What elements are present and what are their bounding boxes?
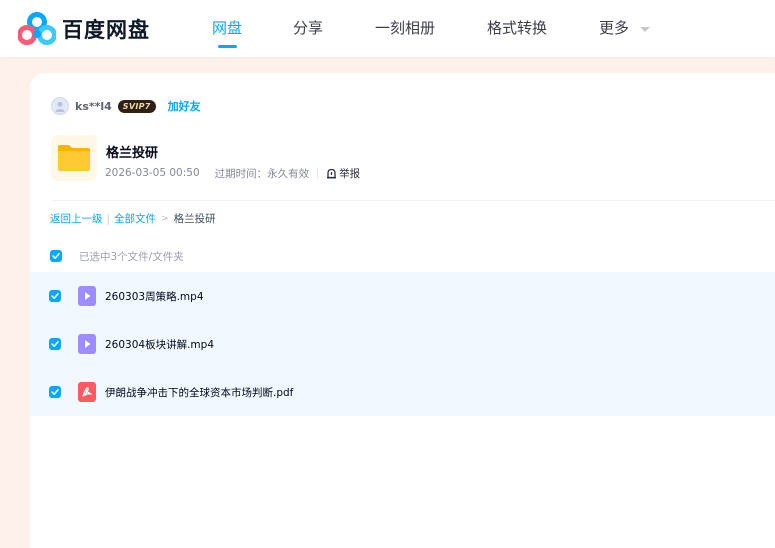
share-card: ks**l4 SVIP7 加好友 格兰投研 2026-03-05 00:50 过…	[30, 73, 775, 548]
file-row[interactable]: 260303周策略.mp4	[30, 272, 775, 320]
file-row[interactable]: 260304板块讲解.mp4	[30, 320, 775, 368]
file-list: 260303周策略.mp4 260304板块讲解.mp4 伊朗战争冲击下的全球资…	[30, 272, 775, 416]
nav-tab-share[interactable]: 分享	[293, 17, 323, 38]
header-divider	[51, 200, 775, 201]
file-name[interactable]: 260304板块讲解.mp4	[105, 337, 214, 352]
user-icon	[55, 101, 65, 112]
nav-tab-more[interactable]: 更多	[599, 17, 629, 38]
breadcrumb-arrow: >	[161, 213, 169, 224]
pdf-file-icon	[78, 382, 96, 402]
breadcrumb-all-files[interactable]: 全部文件	[114, 211, 156, 226]
add-friend-link[interactable]: 加好友	[168, 98, 201, 114]
report-label: 举报	[339, 167, 361, 180]
share-folder-thumbnail	[51, 135, 97, 181]
sharer-name[interactable]: ks**l4	[75, 100, 112, 113]
meta-divider	[317, 167, 319, 179]
video-file-icon	[78, 334, 96, 354]
select-all-row: 已选中3个文件/文件夹	[50, 247, 184, 265]
baidu-netdisk-logo-icon	[18, 12, 56, 45]
brand-name: 百度网盘	[62, 18, 150, 42]
breadcrumb-back[interactable]: 返回上一级	[50, 211, 103, 226]
nav-tab-netdisk[interactable]: 网盘	[212, 17, 242, 38]
check-icon	[51, 389, 59, 395]
nav-tab-album[interactable]: 一刻相册	[375, 17, 435, 38]
top-bar: 百度网盘 网盘 分享 一刻相册 格式转换 更多	[0, 0, 775, 57]
selection-summary: 已选中3个文件/文件夹	[79, 250, 184, 263]
expire-time: 过期时间：永久有效	[214, 167, 310, 180]
file-row[interactable]: 伊朗战争冲击下的全球资本市场判断.pdf	[30, 368, 775, 416]
check-icon	[51, 293, 59, 299]
breadcrumb-separator: |	[106, 212, 111, 225]
avatar[interactable]	[51, 97, 69, 115]
file-name[interactable]: 伊朗战争冲击下的全球资本市场判断.pdf	[105, 385, 293, 400]
report-icon	[327, 168, 337, 178]
check-icon	[51, 341, 59, 347]
breadcrumb-current: 格兰投研	[173, 213, 216, 225]
nav-tab-format-convert[interactable]: 格式转换	[487, 17, 547, 38]
folder-icon	[58, 145, 90, 171]
nav-active-indicator	[218, 45, 237, 48]
share-meta: 2026-03-05 00:50 过期时间：永久有效 举报	[105, 166, 360, 180]
report-button[interactable]: 举报	[326, 166, 360, 181]
sharer-info: ks**l4 SVIP7 加好友	[51, 97, 201, 115]
caret-down-icon[interactable]	[640, 27, 650, 32]
file-name[interactable]: 260303周策略.mp4	[105, 289, 204, 304]
select-all-checkbox[interactable]	[50, 250, 62, 262]
breadcrumb: 返回上一级 | 全部文件 > 格兰投研	[50, 211, 216, 226]
video-file-icon	[78, 286, 96, 306]
file-checkbox[interactable]	[49, 386, 61, 398]
check-icon	[52, 253, 60, 259]
share-date: 2026-03-05 00:50	[105, 167, 200, 179]
share-title: 格兰投研	[106, 146, 159, 161]
svip-badge: SVIP7	[117, 99, 156, 113]
file-checkbox[interactable]	[49, 290, 61, 302]
brand-logo[interactable]: 百度网盘	[18, 12, 150, 46]
file-checkbox[interactable]	[49, 338, 61, 350]
